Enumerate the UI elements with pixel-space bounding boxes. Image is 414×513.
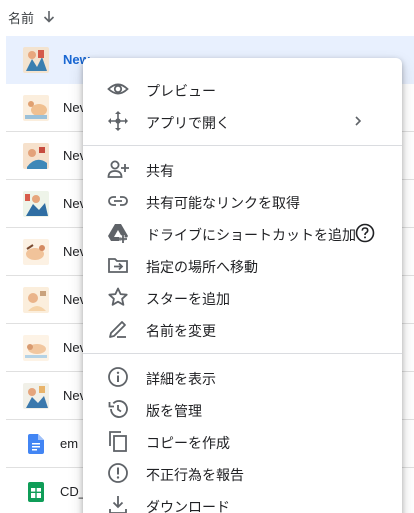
image-thumbnail <box>23 238 49 265</box>
menu-item-add-shortcut[interactable]: ドライブにショートカットを追加 <box>83 217 402 249</box>
menu-item-get-link[interactable]: 共有可能なリンクを取得 <box>83 185 402 217</box>
image-thumbnail <box>23 94 49 121</box>
image-thumbnail <box>23 286 49 313</box>
chevron-right-icon <box>352 113 364 129</box>
google-docs-icon <box>28 433 44 454</box>
menu-item-report-abuse[interactable]: 不正行為を報告 <box>83 457 402 489</box>
menu-item-rename[interactable]: 名前を変更 <box>83 313 402 345</box>
pencil-icon <box>107 318 129 340</box>
menu-item-share[interactable]: 共有 <box>83 153 402 185</box>
menu-divider <box>83 145 402 146</box>
image-thumbnail <box>23 46 49 73</box>
arrow-down-icon[interactable] <box>42 10 56 24</box>
name-column-header[interactable]: 名前 <box>8 8 34 27</box>
download-icon <box>107 494 129 513</box>
google-sheets-icon <box>28 481 44 502</box>
list-header: 名前 <box>0 0 414 34</box>
help-icon[interactable] <box>355 223 375 243</box>
menu-item-make-copy[interactable]: コピーを作成 <box>83 425 402 457</box>
menu-item-preview[interactable]: プレビュー <box>83 73 402 105</box>
drive-file-list-screen: 名前 New ·•· Nev Nev <box>0 0 414 513</box>
link-icon <box>107 190 129 212</box>
history-icon <box>107 398 129 420</box>
info-icon <box>107 366 129 388</box>
file-name: em <box>60 436 79 451</box>
copy-icon <box>107 430 129 452</box>
image-thumbnail <box>23 382 49 409</box>
eye-icon <box>107 78 129 100</box>
image-thumbnail <box>23 190 49 217</box>
move-arrows-icon <box>107 110 129 132</box>
menu-item-manage-versions[interactable]: 版を管理 <box>83 393 402 425</box>
menu-divider <box>83 353 402 354</box>
menu-item-details[interactable]: 詳細を表示 <box>83 361 402 393</box>
menu-item-open-with[interactable]: アプリで開く <box>83 105 402 137</box>
menu-item-move-to[interactable]: 指定の場所へ移動 <box>83 249 402 281</box>
star-outline-icon <box>107 286 129 308</box>
image-thumbnail <box>23 142 49 169</box>
context-menu: プレビュー アプリで開く 共有 共有可能なリンクを取得 ドライブにショートカット… <box>83 58 402 513</box>
folder-move-icon <box>107 254 129 276</box>
menu-item-add-star[interactable]: スターを追加 <box>83 281 402 313</box>
menu-item-download[interactable]: ダウンロード <box>83 489 402 513</box>
person-add-icon <box>107 158 129 180</box>
report-icon <box>107 462 129 484</box>
drive-shortcut-icon <box>107 222 129 244</box>
image-thumbnail <box>23 334 49 361</box>
